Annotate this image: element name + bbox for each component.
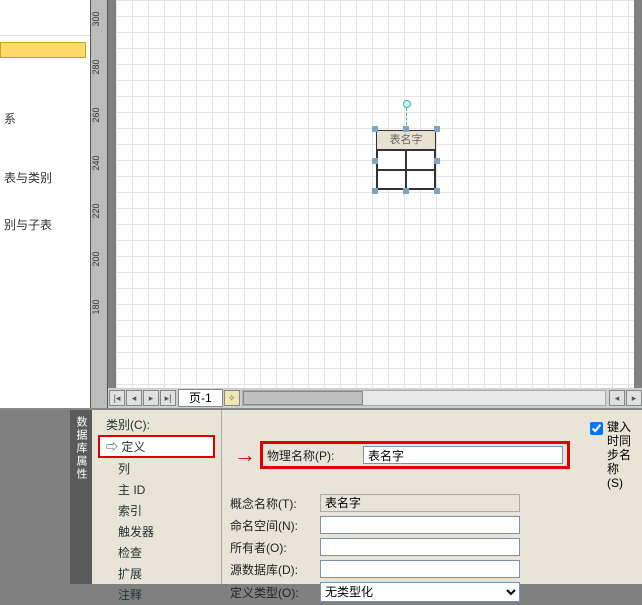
left-panel: 系 表与类别 别与子表 bbox=[0, 0, 90, 408]
resize-handle-w[interactable] bbox=[372, 158, 378, 164]
db-properties-tab[interactable]: 数据库属性 bbox=[70, 410, 92, 584]
ruler-tick: 220 bbox=[91, 202, 101, 220]
namespace-input[interactable] bbox=[320, 516, 520, 534]
rotation-handle[interactable] bbox=[403, 100, 411, 108]
red-arrow-icon: → bbox=[234, 442, 256, 468]
form-panel: → 物理名称(P): 键入时同步名称(S) 概念名称(T): 表名字 命名空间(… bbox=[222, 410, 642, 584]
resize-handle-nw[interactable] bbox=[372, 126, 378, 132]
source-db-label: 源数据库(D): bbox=[230, 561, 320, 578]
left-item-1[interactable]: 系 bbox=[0, 104, 90, 133]
h-scrollbar[interactable] bbox=[242, 390, 606, 406]
ruler-tick: 300 bbox=[91, 10, 101, 28]
left-item-2[interactable]: 表与类别 bbox=[0, 163, 90, 192]
panel-header bbox=[0, 0, 90, 36]
scroll-right-icon[interactable]: ▸ bbox=[626, 390, 642, 406]
tab-nav-prev[interactable]: ◂ bbox=[126, 390, 142, 406]
tab-scroll-bar: |◂ ◂ ▸ ▸| 页-1 ✧ ◂ ▸ bbox=[108, 388, 642, 408]
source-db-input[interactable] bbox=[320, 560, 520, 578]
tree-item-notes[interactable]: 注释 bbox=[98, 584, 215, 605]
tab-nav-next[interactable]: ▸ bbox=[143, 390, 159, 406]
resize-handle-s[interactable] bbox=[403, 188, 409, 194]
tree-item-definition[interactable]: ⇨ 定义 bbox=[98, 435, 215, 458]
owner-input[interactable] bbox=[320, 538, 520, 556]
resize-handle-sw[interactable] bbox=[372, 188, 378, 194]
table-shape[interactable]: 表名字 bbox=[376, 130, 436, 190]
phys-name-input[interactable] bbox=[363, 446, 563, 464]
ruler-tick: 280 bbox=[91, 58, 101, 76]
tree-item-check[interactable]: 检查 bbox=[98, 542, 215, 563]
panel-gutter bbox=[0, 410, 70, 584]
tree-item-triggers[interactable]: 触发器 bbox=[98, 521, 215, 542]
resize-handle-se[interactable] bbox=[434, 188, 440, 194]
shape-title: 表名字 bbox=[376, 130, 436, 150]
properties-panel: 数据库属性 类别(C): ⇨ 定义 列 主 ID 索引 触发器 检查 扩展 注释… bbox=[0, 408, 642, 584]
tab-nav-last[interactable]: ▸| bbox=[160, 390, 176, 406]
sync-label: 键入时同步名称(S) bbox=[607, 420, 634, 490]
resize-handle-n[interactable] bbox=[403, 126, 409, 132]
tree-label: 定义 bbox=[121, 440, 145, 454]
tree-item-primary-id[interactable]: 主 ID bbox=[98, 479, 215, 500]
left-item-3[interactable]: 别与子表 bbox=[0, 210, 90, 239]
tree-item-extended[interactable]: 扩展 bbox=[98, 563, 215, 584]
resize-handle-ne[interactable] bbox=[434, 126, 440, 132]
grid bbox=[116, 0, 634, 388]
owner-label: 所有者(O): bbox=[230, 539, 320, 556]
vertical-ruler: 300 280 260 240 220 200 180 bbox=[90, 0, 108, 408]
sync-checkbox-group: 键入时同步名称(S) bbox=[590, 420, 634, 490]
arrow-icon: ⇨ bbox=[106, 440, 121, 454]
shape-body bbox=[376, 150, 436, 190]
drawing-area: 系 表与类别 别与子表 300 280 260 240 220 200 180 … bbox=[0, 0, 642, 408]
highlight-box: 物理名称(P): bbox=[260, 441, 570, 469]
resize-handle-e[interactable] bbox=[434, 158, 440, 164]
tree-item-indexes[interactable]: 索引 bbox=[98, 500, 215, 521]
canvas[interactable]: 表名字 bbox=[116, 0, 634, 388]
ruler-tick: 260 bbox=[91, 106, 101, 124]
canvas-wrap: 表名字 |◂ ◂ ▸ ▸| 页-1 ✧ ◂ ▸ bbox=[108, 0, 642, 408]
tab-nav-first[interactable]: |◂ bbox=[109, 390, 125, 406]
new-tab-icon[interactable]: ✧ bbox=[224, 390, 240, 406]
tree-item-columns[interactable]: 列 bbox=[98, 458, 215, 479]
def-type-label: 定义类型(O): bbox=[230, 584, 320, 601]
namespace-label: 命名空间(N): bbox=[230, 517, 320, 534]
ruler-tick: 240 bbox=[91, 154, 101, 172]
ruler-tick: 200 bbox=[91, 250, 101, 268]
phys-name-label: 物理名称(P): bbox=[267, 447, 357, 464]
concept-name-value: 表名字 bbox=[320, 494, 520, 512]
concept-name-label: 概念名称(T): bbox=[230, 495, 320, 512]
sync-checkbox[interactable] bbox=[590, 422, 603, 435]
h-scrollbar-thumb[interactable] bbox=[243, 391, 363, 405]
panel-selected-strip[interactable] bbox=[0, 42, 86, 58]
page-tab-1[interactable]: 页-1 bbox=[178, 389, 223, 407]
scroll-left-icon[interactable]: ◂ bbox=[609, 390, 625, 406]
category-tree: 类别(C): ⇨ 定义 列 主 ID 索引 触发器 检查 扩展 注释 bbox=[92, 410, 222, 584]
ruler-tick: 180 bbox=[91, 298, 101, 316]
tree-root: 类别(C): bbox=[98, 414, 215, 435]
def-type-select[interactable]: 无类型化 bbox=[320, 582, 520, 602]
